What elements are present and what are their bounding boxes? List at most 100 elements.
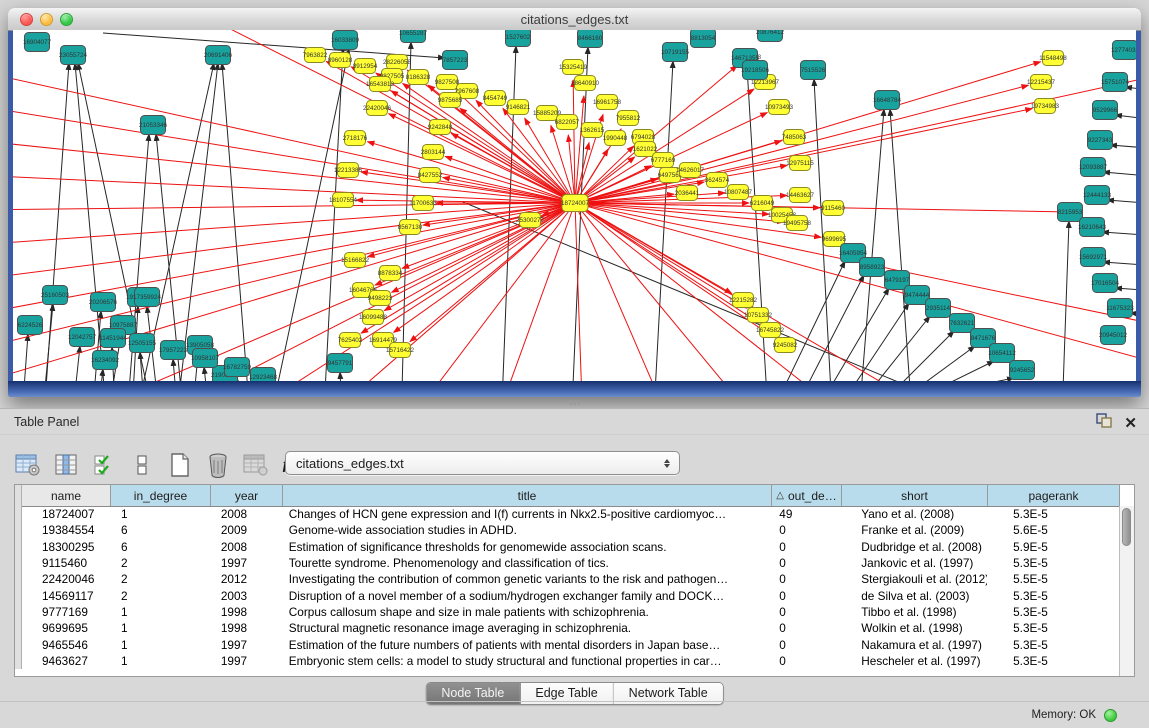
graph-node[interactable]: 21053346 bbox=[139, 116, 168, 135]
table-cell[interactable]: Wolkin et al. (1998) bbox=[841, 621, 987, 635]
column-header-pagerank[interactable]: pagerank bbox=[988, 485, 1120, 506]
graph-edge-black[interactable] bbox=[1115, 288, 1136, 292]
graph-edge-black[interactable] bbox=[1115, 115, 1136, 122]
table-cell[interactable]: 5.3E-5 bbox=[987, 638, 1119, 652]
table-cell[interactable]: Tourette syndrome. Phenomenology and cla… bbox=[283, 556, 772, 570]
table-row[interactable]: 2242004622012Investigating the contribut… bbox=[15, 571, 1119, 587]
graph-node[interactable]: 6224526 bbox=[18, 316, 43, 335]
column-header-year[interactable]: year bbox=[211, 485, 283, 506]
table-cell[interactable]: 0 bbox=[771, 523, 841, 537]
graph-node[interactable]: 11451944 bbox=[99, 329, 127, 348]
table-row[interactable]: 977716911998Corpus callosum shape and si… bbox=[15, 604, 1119, 620]
graph-node[interactable]: 9242848 bbox=[428, 120, 453, 135]
table-row[interactable]: 946362711997Embryonic stem cells: a mode… bbox=[15, 653, 1119, 669]
graph-edge-black[interactable] bbox=[1103, 262, 1136, 267]
graph-node[interactable]: 12215437 bbox=[1027, 75, 1056, 90]
graph-node[interactable]: 17957223 bbox=[159, 341, 188, 360]
table-cell[interactable]: 9115460 bbox=[22, 556, 111, 570]
graph-node[interactable]: 19495758 bbox=[783, 216, 812, 231]
table-settings-icon[interactable] bbox=[14, 451, 42, 479]
graph-node[interactable]: 16904077 bbox=[23, 33, 52, 52]
graph-node[interactable]: 9146821 bbox=[506, 100, 531, 115]
table-vertical-scrollbar[interactable] bbox=[1119, 506, 1134, 676]
graph-edge-black[interactable] bbox=[829, 288, 889, 381]
table-cell[interactable]: 5.6E-5 bbox=[987, 523, 1119, 537]
graph-edge-black[interactable] bbox=[805, 275, 864, 381]
graph-node[interactable]: 25160503 bbox=[41, 286, 70, 305]
table-row[interactable]: 969969511998Structural magnetic resonanc… bbox=[15, 620, 1119, 636]
graph-node[interactable]: 9245652 bbox=[1010, 361, 1035, 380]
table-cell[interactable]: 18300295 bbox=[22, 540, 111, 554]
graph-node[interactable]: 7485063 bbox=[782, 130, 807, 145]
graph-node[interactable]: 17359924 bbox=[133, 288, 162, 307]
graph-node[interactable]: 8466160 bbox=[578, 30, 603, 48]
graph-edge-black[interactable] bbox=[463, 202, 961, 381]
graph-node[interactable]: 23055724 bbox=[59, 46, 88, 65]
table-cell[interactable]: 1998 bbox=[211, 621, 283, 635]
graph-node[interactable]: 17016504 bbox=[1091, 274, 1120, 293]
graph-edge-black[interactable] bbox=[340, 372, 343, 381]
graph-node[interactable]: 10719155 bbox=[661, 43, 690, 62]
graph-node[interactable]: 8813054 bbox=[691, 30, 716, 48]
graph-node[interactable]: 11700633 bbox=[409, 196, 437, 211]
graph-node[interactable]: 20206576 bbox=[89, 293, 118, 312]
table-row[interactable]: 911546021997Tourette syndrome. Phenomeno… bbox=[15, 555, 1119, 571]
graph-edge-black[interactable] bbox=[222, 63, 251, 381]
close-window-icon[interactable] bbox=[20, 13, 33, 26]
graph-node[interactable]: 19734983 bbox=[1031, 99, 1060, 114]
table-cell[interactable]: 14569117 bbox=[22, 589, 111, 603]
table-cell[interactable]: 1 bbox=[111, 507, 211, 521]
table-cell[interactable]: Dudbridge et al. (2008) bbox=[841, 540, 987, 554]
graph-edge-black[interactable] bbox=[96, 369, 103, 381]
graph-node[interactable]: 8960128 bbox=[328, 53, 353, 68]
table-cell[interactable]: 5.3E-5 bbox=[987, 507, 1119, 521]
graph-edge-black[interactable] bbox=[1102, 232, 1136, 237]
graph-node[interactable]: 12215282 bbox=[729, 293, 758, 308]
graph-edge-red[interactable] bbox=[575, 70, 1136, 203]
table-cell[interactable]: 22420046 bbox=[22, 572, 111, 586]
graph-node[interactable]: 18107554 bbox=[329, 193, 358, 208]
graph-node[interactable]: 16543812 bbox=[366, 77, 395, 92]
row-select-icon[interactable] bbox=[90, 451, 118, 479]
graph-node[interactable]: 1362615 bbox=[580, 123, 605, 138]
table-cell[interactable]: 1997 bbox=[211, 556, 283, 570]
table-cell[interactable]: 1 bbox=[111, 605, 211, 619]
table-cell[interactable]: 5.3E-5 bbox=[987, 556, 1119, 570]
graph-edge-black[interactable] bbox=[268, 49, 349, 381]
table-cell[interactable]: 5.3E-5 bbox=[987, 621, 1119, 635]
table-cell[interactable]: 0 bbox=[771, 654, 841, 668]
graph-edge-red[interactable] bbox=[575, 96, 584, 203]
graph-node[interactable]: 20945012 bbox=[1099, 326, 1128, 345]
scrollbar-thumb[interactable] bbox=[1122, 508, 1131, 546]
table-cell[interactable]: 0 bbox=[771, 589, 841, 603]
column-header-name[interactable]: name bbox=[22, 485, 111, 506]
graph-edge-red[interactable] bbox=[575, 203, 759, 323]
graph-node[interactable]: 16745822 bbox=[756, 323, 785, 338]
minimize-window-icon[interactable] bbox=[40, 13, 53, 26]
graph-edge-red[interactable] bbox=[575, 203, 763, 381]
graph-node[interactable]: 12505155 bbox=[128, 334, 157, 353]
table-row[interactable]: 1830029562008Estimation of significance … bbox=[15, 539, 1119, 555]
table-cell[interactable]: 2009 bbox=[211, 523, 283, 537]
table-cell[interactable]: Jankovic et al. (1997) bbox=[841, 556, 987, 570]
column-header-in_degree[interactable]: in_degree bbox=[111, 485, 211, 506]
table-cell[interactable]: 0 bbox=[771, 605, 841, 619]
graph-node[interactable]: 2718176 bbox=[343, 131, 368, 146]
graph-node[interactable]: 16099488 bbox=[359, 310, 388, 325]
graph-node[interactable]: 12975115 bbox=[786, 156, 814, 171]
graph-node[interactable]: 9498223 bbox=[368, 291, 393, 306]
graph-node[interactable]: 12444133 bbox=[1083, 186, 1112, 205]
table-cell[interactable]: 1997 bbox=[211, 638, 283, 652]
table-cell[interactable]: 1998 bbox=[211, 605, 283, 619]
table-cell[interactable]: Nakamura et al. (1997) bbox=[841, 638, 987, 652]
table-cell[interactable]: 0 bbox=[771, 556, 841, 570]
graph-edge-red[interactable] bbox=[13, 140, 575, 203]
table-row[interactable]: 1938455462009Genome-wide association stu… bbox=[15, 522, 1119, 538]
graph-node[interactable]: 16648784 bbox=[873, 91, 902, 110]
graph-edge-red[interactable] bbox=[13, 203, 575, 280]
table-cell[interactable]: 2003 bbox=[211, 589, 283, 603]
table-cell[interactable]: 5.9E-5 bbox=[987, 540, 1119, 554]
graph-node[interactable]: 1990448 bbox=[603, 131, 628, 146]
table-row[interactable]: 1456911722003Disruption of a novel membe… bbox=[15, 587, 1119, 603]
table-cell[interactable]: 9463627 bbox=[22, 654, 111, 668]
